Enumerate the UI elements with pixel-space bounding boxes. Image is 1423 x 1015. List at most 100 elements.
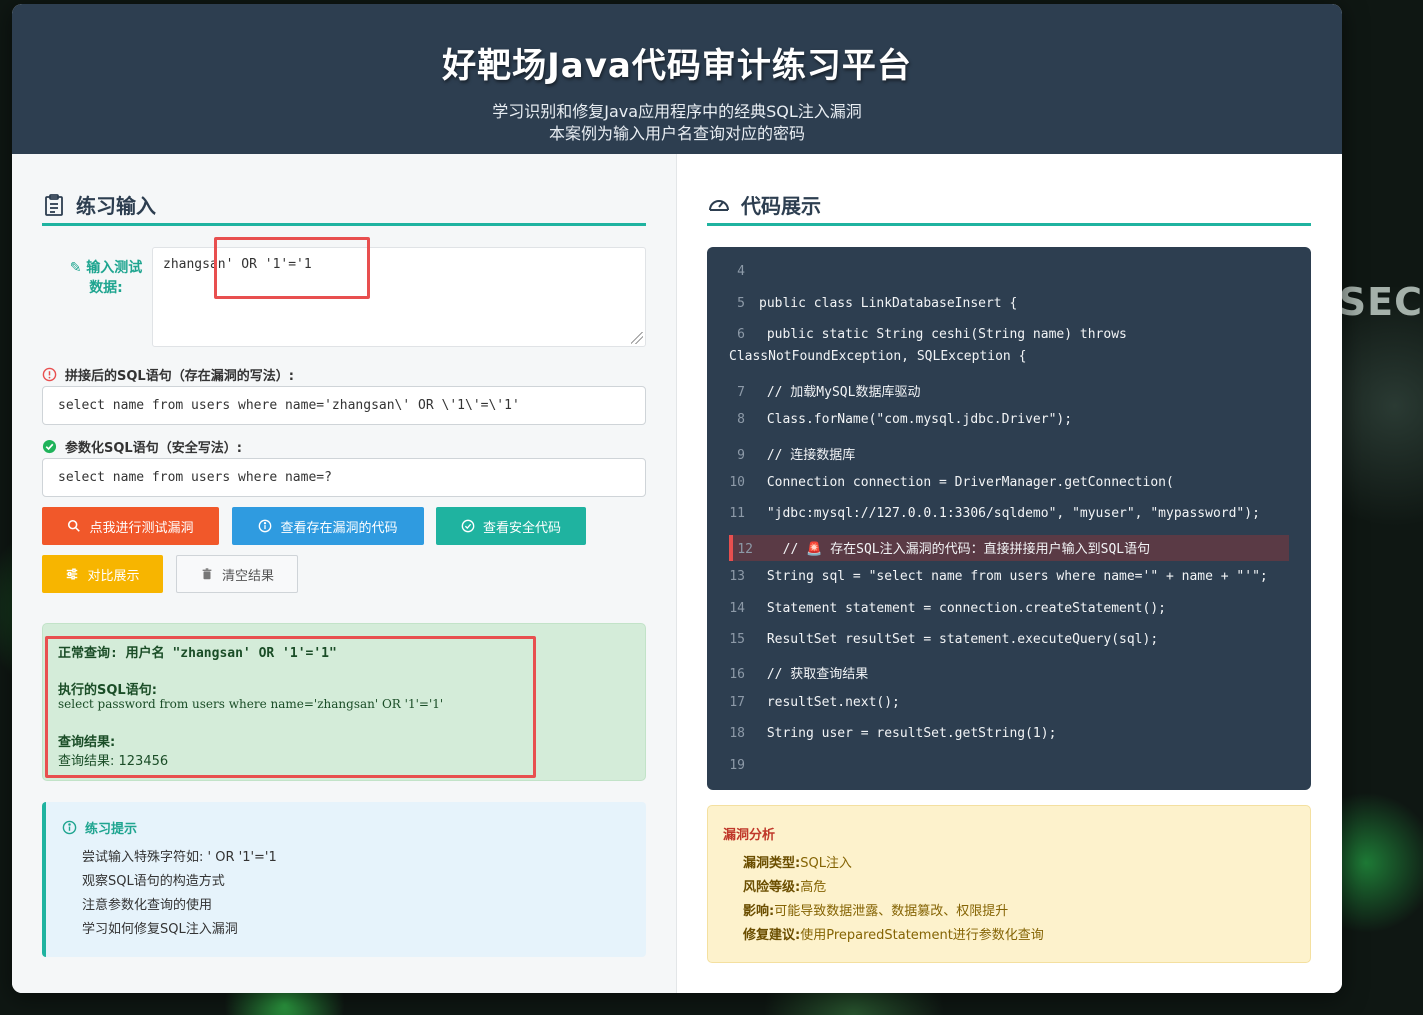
list-item: 学习如何修复SQL注入漏洞	[82, 922, 238, 937]
param-sql-label-text: 参数化SQL语句（安全写法）:	[65, 441, 242, 456]
analysis-type-row: 漏洞类型:SQL注入	[743, 852, 852, 871]
code-text: resultSet.next();	[759, 695, 900, 710]
view-safe-code-button-label: 查看安全代码	[482, 520, 561, 536]
code-text: ResultSet resultSet = statement.executeQ…	[759, 632, 1159, 647]
resize-handle[interactable]	[631, 332, 643, 344]
param-sql-display: select name from users where name=?	[42, 458, 646, 497]
analysis-title: 漏洞分析	[723, 828, 776, 843]
view-safe-code-button[interactable]: 查看安全代码	[436, 507, 586, 545]
line-number: 12	[737, 542, 753, 557]
page-title: 好靶场Java代码审计练习平台	[442, 46, 912, 86]
input-label-text: 输入测试数据:	[86, 260, 143, 296]
compare-button[interactable]: 对比展示	[42, 555, 163, 593]
code-line: ClassNotFoundException, SQLException {	[707, 349, 1311, 364]
code-line: 15 ResultSet resultSet = statement.execu…	[707, 632, 1311, 647]
practice-panel: 练习输入 ✎ 输入测试数据: zhangsan' OR '1'='1 拼接后的S…	[12, 154, 677, 993]
result-highlight-box	[45, 636, 536, 778]
info-icon	[259, 519, 272, 533]
tips-list: 尝试输入特殊字符如: ' OR '1'='1 观察SQL语句的构造方式 注意参数…	[82, 846, 277, 942]
analysis-impact-label: 影响:	[743, 904, 775, 919]
test-vuln-button[interactable]: 点我进行测试漏洞	[42, 507, 219, 545]
analysis-type-value: SQL注入	[800, 856, 852, 871]
practice-section-title: 练习输入	[42, 186, 646, 226]
check-circle-icon	[461, 519, 475, 533]
compare-button-label: 对比展示	[87, 568, 140, 584]
line-number: 5	[737, 296, 745, 311]
analysis-fix-row: 修复建议:使用PreparedStatement进行参数化查询	[743, 924, 1044, 943]
background-text: SEC	[1338, 280, 1423, 324]
line-number: 19	[729, 758, 745, 773]
code-line: 9 // 连接数据库	[707, 444, 1311, 463]
vuln-analysis-panel: 漏洞分析 漏洞类型:SQL注入 风险等级:高危 影响:可能导致数据泄露、数据篡改…	[707, 805, 1311, 963]
view-vuln-code-button-label: 查看存在漏洞的代码	[280, 520, 398, 536]
clear-result-button[interactable]: 清空结果	[176, 555, 298, 593]
code-line: 7 // 加载MySQL数据库驱动	[707, 381, 1311, 400]
line-number: 11	[729, 506, 745, 521]
list-item: 注意参数化查询的使用	[82, 898, 213, 913]
input-highlight-box	[214, 237, 370, 299]
code-line: 6 public static String ceshi(String name…	[707, 327, 1311, 342]
check-circle-icon	[42, 439, 57, 454]
trash-icon	[202, 568, 212, 580]
code-text: Connection connection = DriverManager.ge…	[759, 475, 1174, 490]
warning-circle-icon	[42, 367, 57, 382]
concat-sql-label: 拼接后的SQL语句（存在漏洞的写法）:	[42, 365, 294, 384]
pencil-icon: ✎	[69, 260, 82, 276]
code-line: 18 String user = resultSet.getString(1);	[707, 726, 1311, 741]
tips-title: 练习提示	[62, 818, 137, 837]
list-item: 尝试输入特殊字符如: ' OR '1'='1	[82, 850, 277, 865]
code-text: // 🚨 存在SQL注入漏洞的代码：直接拼接用户输入到SQL语句	[767, 542, 1151, 557]
line-number: 9	[737, 448, 745, 463]
code-text: Class.forName("com.mysql.jdbc.Driver");	[759, 412, 1073, 427]
code-line: 5 public class LinkDatabaseInsert {	[707, 296, 1311, 311]
code-line: 12 // 🚨 存在SQL注入漏洞的代码：直接拼接用户输入到SQL语句	[707, 538, 1311, 557]
code-line: 16 // 获取查询结果	[707, 663, 1311, 682]
code-line: 4	[707, 264, 1311, 279]
subtitle-line-2: 本案例为输入用户名查询对应的密码	[548, 124, 805, 143]
code-text: String sql = "select name from users whe…	[759, 569, 1268, 584]
line-number: 4	[737, 264, 745, 279]
code-text: // 加载MySQL数据库驱动	[759, 385, 921, 400]
line-number: 14	[729, 601, 745, 616]
code-text: // 连接数据库	[759, 448, 856, 463]
code-text: "jdbc:mysql://127.0.0.1:3306/sqldemo", "…	[759, 506, 1260, 521]
line-number: 6	[737, 327, 745, 342]
code-line: 19	[707, 758, 1311, 773]
code-text: String user = resultSet.getString(1);	[759, 726, 1057, 741]
code-line: 14 Statement statement = connection.crea…	[707, 601, 1311, 616]
header: 好靶场Java代码审计练习平台 学习识别和修复Java应用程序中的经典SQL注入…	[12, 4, 1342, 154]
line-number: 15	[729, 632, 745, 647]
tips-panel: 练习提示 尝试输入特殊字符如: ' OR '1'='1 观察SQL语句的构造方式…	[42, 802, 646, 957]
concat-sql-label-text: 拼接后的SQL语句（存在漏洞的写法）:	[65, 369, 294, 384]
code-title-text: 代码展示	[741, 194, 821, 218]
analysis-impact-value: 可能导致数据泄露、数据篡改、权限提升	[774, 904, 1009, 919]
line-number: 8	[737, 412, 745, 427]
code-line: 11 "jdbc:mysql://127.0.0.1:3306/sqldemo"…	[707, 506, 1311, 521]
code-line: 10 Connection connection = DriverManager…	[707, 475, 1311, 490]
line-number: 10	[729, 475, 745, 490]
analysis-risk-row: 风险等级:高危	[743, 876, 826, 895]
input-label: ✎ 输入测试数据:	[66, 258, 146, 298]
concat-sql-display: select name from users where name='zhang…	[42, 386, 646, 425]
code-text: // 获取查询结果	[759, 667, 869, 682]
analysis-type-label: 漏洞类型:	[743, 856, 801, 871]
app-window: 好靶场Java代码审计练习平台 学习识别和修复Java应用程序中的经典SQL注入…	[12, 4, 1342, 993]
view-vuln-code-button[interactable]: 查看存在漏洞的代码	[232, 507, 424, 545]
line-number: 7	[737, 385, 745, 400]
code-panel: 代码展示 4 5 public class LinkDatabaseInsert {…	[677, 154, 1342, 993]
info-icon	[62, 820, 77, 835]
analysis-fix-label: 修复建议:	[743, 928, 801, 943]
analysis-impact-row: 影响:可能导致数据泄露、数据篡改、权限提升	[743, 900, 1008, 919]
code-text: Statement statement = connection.createS…	[759, 601, 1166, 616]
sliders-icon	[67, 568, 78, 580]
analysis-risk-label: 风险等级:	[743, 880, 801, 895]
code-section-title: 代码展示	[707, 186, 1311, 226]
clipboard-icon	[45, 193, 63, 216]
code-line: 13 String sql = "select name from users …	[707, 569, 1311, 584]
code-viewer[interactable]: 4 5 public class LinkDatabaseInsert { 6 pub…	[707, 247, 1311, 790]
line-number: 17	[729, 695, 745, 710]
test-vuln-button-label: 点我进行测试漏洞	[89, 520, 194, 536]
param-sql-label: 参数化SQL语句（安全写法）:	[42, 437, 242, 456]
analysis-risk-value: 高危	[800, 880, 827, 895]
code-text: public static String ceshi(String name) …	[759, 327, 1127, 342]
